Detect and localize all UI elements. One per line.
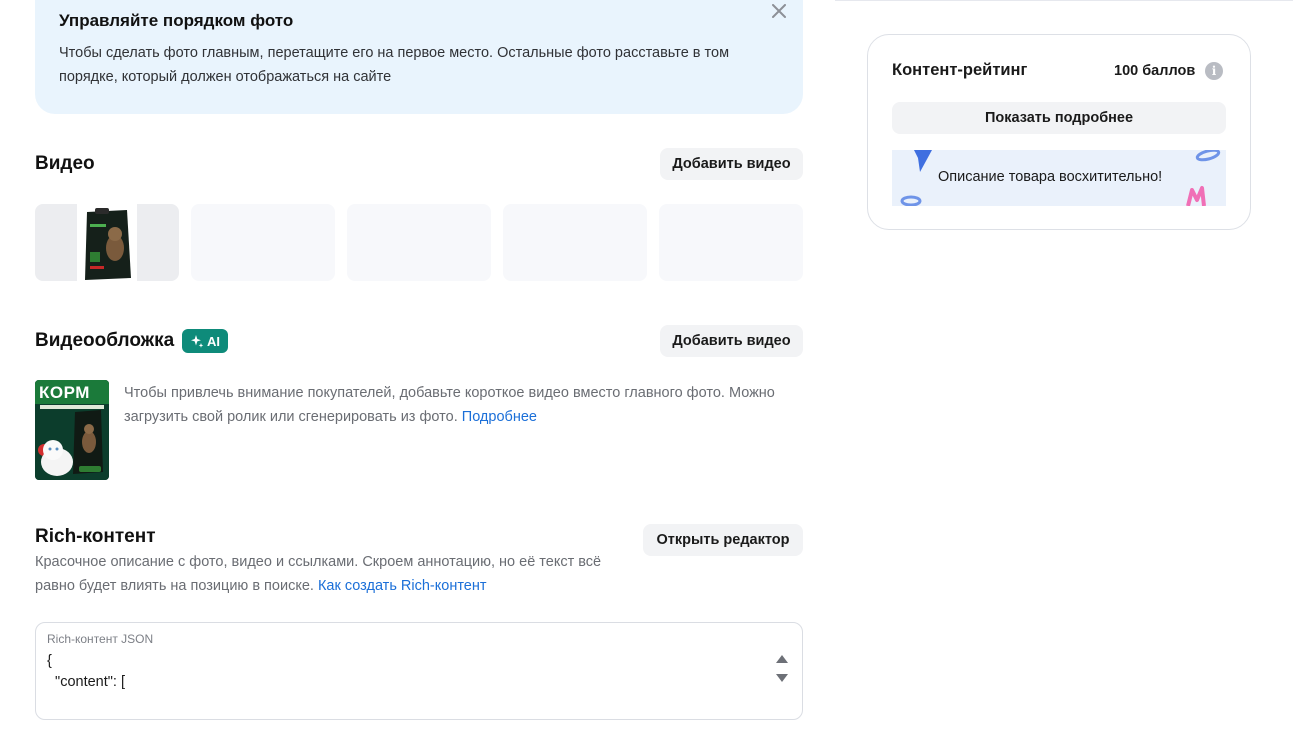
video-cover-title: Видеообложка bbox=[35, 330, 175, 351]
ai-badge-label: AI bbox=[207, 333, 220, 349]
video-slot-2[interactable] bbox=[191, 204, 335, 281]
video-slot-3[interactable] bbox=[347, 204, 491, 281]
show-more-button[interactable]: Показать подробнее bbox=[892, 102, 1226, 134]
rating-message-banner: Описание товара восхитительно! bbox=[892, 150, 1226, 206]
content-rating-card: Контент-рейтинг 100 баллов i Показать по… bbox=[867, 34, 1251, 230]
open-editor-button[interactable]: Открыть редактор bbox=[643, 524, 803, 556]
rich-content-description: Красочное описание с фото, видео и ссылк… bbox=[35, 550, 635, 598]
video-cover-description: Чтобы привлечь внимание покупателей, доб… bbox=[124, 381, 794, 429]
scroll-down-arrow-icon[interactable] bbox=[775, 673, 789, 683]
banner-text: Чтобы сделать фото главным, перетащите е… bbox=[59, 45, 730, 85]
content-rating-score: 100 баллов bbox=[1114, 63, 1196, 79]
add-video-cover-button[interactable]: Добавить видео bbox=[660, 325, 803, 357]
video-slot-1[interactable] bbox=[35, 204, 179, 281]
photo-order-banner: Управляйте порядком фото Чтобы сделать ф… bbox=[35, 0, 803, 114]
add-video-button[interactable]: Добавить видео bbox=[660, 148, 803, 180]
close-icon[interactable] bbox=[767, 0, 791, 23]
rating-message-text: Описание товара восхитительно! bbox=[938, 169, 1163, 185]
rich-content-json-field[interactable]: Rich-контент JSON { "content": [ bbox=[35, 622, 803, 720]
json-field-value[interactable]: { "content": [ bbox=[47, 651, 125, 693]
cover-thumbnail[interactable]: КОРМ bbox=[35, 380, 109, 480]
more-info-link[interactable]: Подробнее bbox=[462, 409, 537, 425]
scroll-up-arrow-icon[interactable] bbox=[775, 654, 789, 664]
video-slot-4[interactable] bbox=[503, 204, 647, 281]
info-icon[interactable]: i bbox=[1205, 62, 1223, 80]
rich-content-title: Rich-контент bbox=[35, 526, 156, 547]
json-field-label: Rich-контент JSON bbox=[47, 632, 154, 646]
video-cover-description-text: Чтобы привлечь внимание покупателей, доб… bbox=[124, 385, 775, 425]
cover-thumb-text: КОРМ bbox=[39, 383, 90, 402]
content-rating-title: Контент-рейтинг bbox=[892, 61, 1028, 79]
how-to-create-rich-content-link[interactable]: Как создать Rich-контент bbox=[318, 578, 487, 594]
sparkle-icon bbox=[191, 335, 204, 348]
video-slot-5[interactable] bbox=[659, 204, 803, 281]
top-divider bbox=[835, 0, 1293, 1]
product-package-image bbox=[77, 204, 137, 281]
video-section-title: Видео bbox=[35, 153, 95, 174]
ai-badge: AI bbox=[182, 329, 228, 353]
banner-title: Управляйте порядком фото bbox=[59, 11, 294, 30]
